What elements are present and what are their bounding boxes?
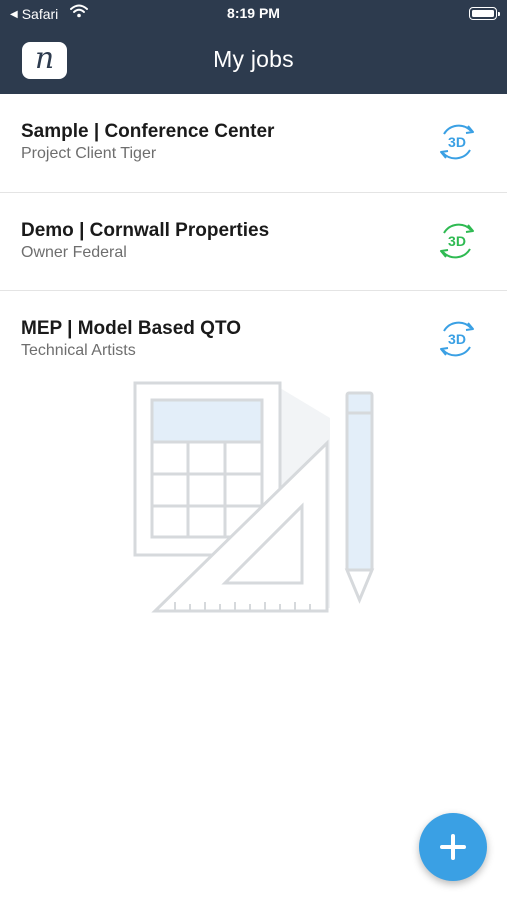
status-time: 8:19 PM xyxy=(227,5,280,21)
3d-label: 3D xyxy=(448,134,466,150)
battery-icon xyxy=(469,7,500,20)
status-bar: ◀ Safari 8:19 PM xyxy=(0,0,507,28)
job-row[interactable]: MEP | Model Based QTO Technical Artists … xyxy=(0,291,507,390)
job-row[interactable]: Sample | Conference Center Project Clien… xyxy=(0,94,507,193)
job-title: MEP | Model Based QTO xyxy=(21,318,241,339)
job-subtitle: Project Client Tiger xyxy=(21,145,157,162)
page-title: My jobs xyxy=(213,46,294,72)
job-title: Sample | Conference Center xyxy=(21,121,275,142)
3d-label: 3D xyxy=(448,233,466,249)
job-subtitle: Owner Federal xyxy=(21,243,127,261)
3d-view-icon[interactable]: 3D xyxy=(435,317,479,361)
job-row[interactable]: Demo | Cornwall Properties Owner Federal… xyxy=(0,192,507,291)
job-title: Demo | Cornwall Properties xyxy=(21,219,270,241)
job-list: Sample | Conference Center Project Clien… xyxy=(0,94,507,390)
app-header: ◀ Safari 8:19 PM n My jobs xyxy=(0,0,507,94)
drafting-tools-illustration xyxy=(133,381,375,613)
3d-label: 3D xyxy=(448,331,466,347)
job-subtitle: Technical Artists xyxy=(21,342,136,359)
add-job-button[interactable] xyxy=(419,813,487,881)
3d-view-icon[interactable]: 3D xyxy=(435,219,479,263)
plus-icon xyxy=(440,834,466,860)
3d-view-icon[interactable]: 3D xyxy=(435,120,479,164)
